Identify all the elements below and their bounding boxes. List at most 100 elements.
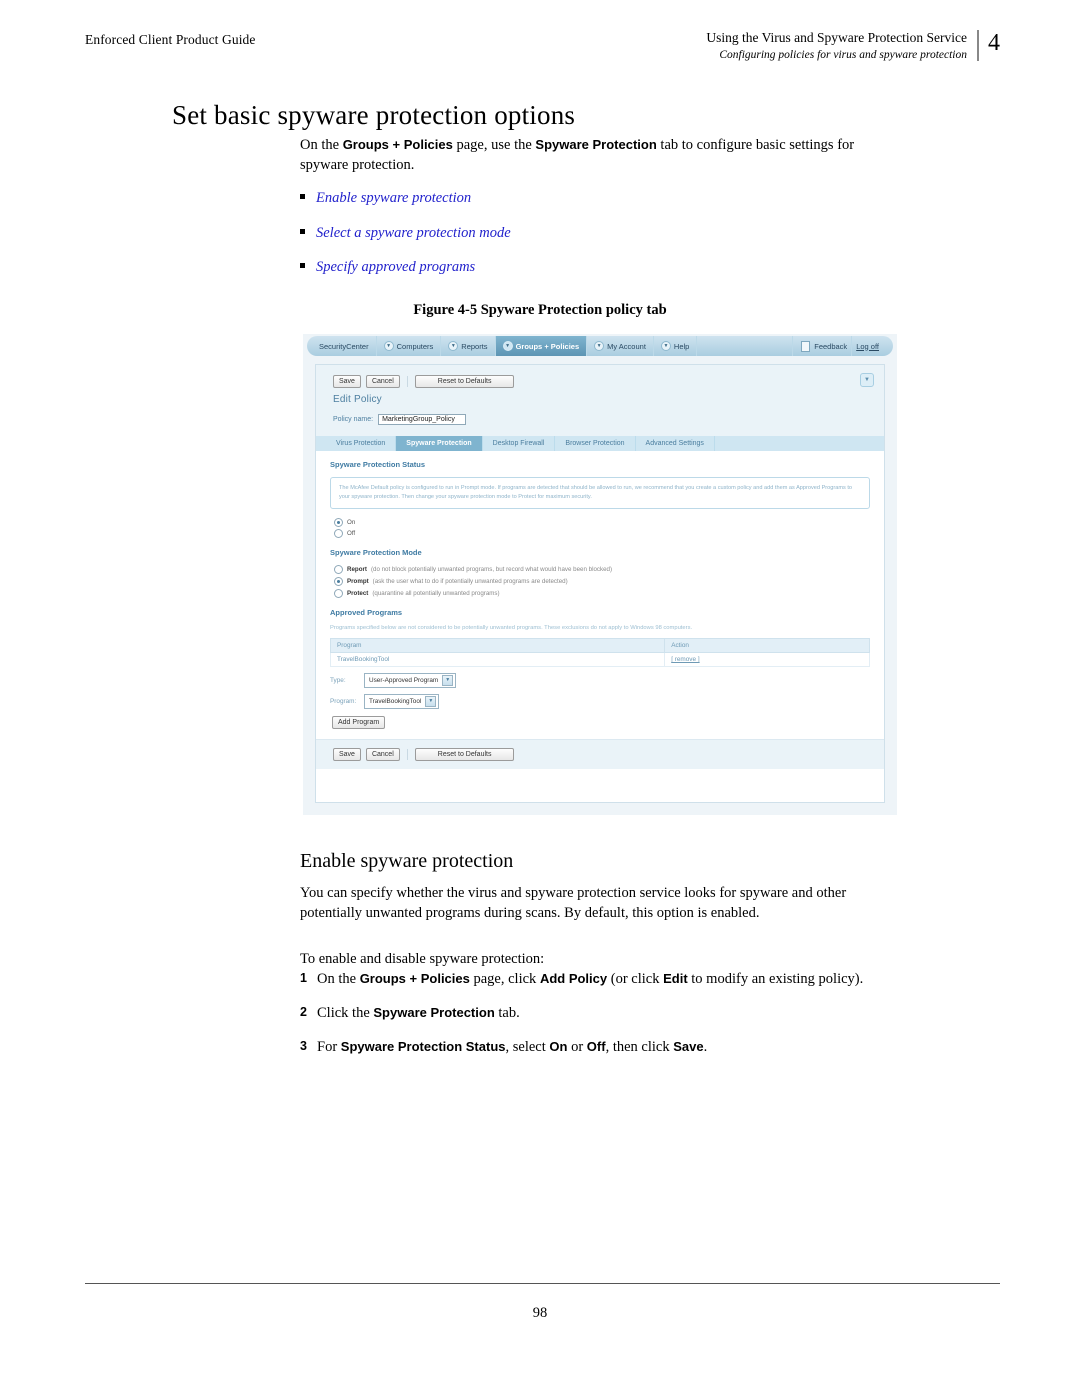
tab-browser-protection[interactable]: Browser Protection <box>555 436 636 451</box>
nav-item-securitycenter[interactable]: SecurityCenter <box>307 336 377 356</box>
intro-bold-groups-policies: Groups + Policies <box>342 137 453 152</box>
nav-item-my-account[interactable]: ▼ My Account <box>587 336 654 356</box>
mode-radio-prompt[interactable]: Prompt (ask the user what to do if poten… <box>334 577 870 586</box>
mode-radio-description: (do not block potentially unwanted progr… <box>370 566 613 573</box>
save-button-bottom[interactable]: Save <box>333 748 361 761</box>
nav-item-help[interactable]: ▼ Help <box>654 336 698 356</box>
reset-to-defaults-button-bottom[interactable]: Reset to Defaults <box>414 748 515 761</box>
list-item[interactable]: Specify approved programs <box>300 259 511 276</box>
policy-name-label: Policy name: <box>333 416 374 423</box>
chapter-number: 4 <box>988 30 1000 56</box>
chevron-down-icon: ▼ <box>425 696 437 707</box>
table-header-row: Program Action <box>329 638 870 653</box>
column-header-program: Program <box>329 638 666 653</box>
enable-section-paragraph-1: You can specify whether the virus and sp… <box>300 884 905 923</box>
footer-divider <box>85 1283 1000 1284</box>
tab-label: Advanced Settings <box>645 440 704 447</box>
enable-section-title: Enable spyware protection <box>300 850 514 872</box>
step-plain-text: Click the <box>317 1005 374 1021</box>
tab-spyware-protection[interactable]: Spyware Protection <box>396 436 483 451</box>
nav-item-groups-policies[interactable]: ▼ Groups + Policies <box>495 336 588 356</box>
chevron-down-icon: ▼ <box>448 341 459 351</box>
nav-brand-label: SecurityCenter <box>319 341 369 351</box>
nav-item-label: Computers <box>396 341 434 351</box>
spyware-protection-mode-heading: Spyware Protection Mode <box>330 548 422 557</box>
type-select-row: Type: User-Approved Program ▼ <box>330 673 870 688</box>
cell-action[interactable]: [ remove ] <box>664 652 870 667</box>
chevron-down-icon: ▼ <box>442 675 454 686</box>
link-enable-spyware-protection[interactable]: Enable spyware protection <box>316 190 471 207</box>
type-select[interactable]: User-Approved Program ▼ <box>364 673 457 688</box>
header-guide-title: Enforced Client Product Guide <box>85 32 256 47</box>
type-select-value: User-Approved Program <box>369 677 439 684</box>
list-item[interactable]: Select a spyware protection mode <box>300 225 511 242</box>
step-plain-text: or <box>567 1039 587 1055</box>
step-plain-text: . <box>703 1039 708 1055</box>
policy-name-row: Policy name: MarketingGroup_Policy <box>316 405 884 436</box>
step-bold-term: Spyware Protection Status <box>340 1039 506 1054</box>
page-title: Set basic spyware protection options <box>172 100 576 130</box>
nav-item-reports[interactable]: ▼ Reports <box>441 336 496 356</box>
status-radio-off[interactable]: Off <box>334 529 870 538</box>
save-button-top[interactable]: Save <box>333 375 361 388</box>
nav-logoff-link[interactable]: Log off <box>856 342 885 351</box>
cancel-button-top[interactable]: Cancel <box>365 375 400 388</box>
nav-utility-divider <box>851 336 853 356</box>
program-select[interactable]: TravelBookingTool ▼ <box>364 694 440 709</box>
nav-item-label: Help <box>673 341 690 351</box>
tab-strip-filler <box>715 436 884 451</box>
radio-button-icon <box>334 577 343 586</box>
policy-name-input[interactable]: MarketingGroup_Policy <box>378 414 467 425</box>
page-number: 98 <box>532 1305 548 1321</box>
step-plain-text: , select <box>505 1039 550 1055</box>
page-running-header: Enforced Client Product Guide Using the … <box>85 30 1000 61</box>
step-plain-text: page, click <box>469 971 540 987</box>
panel-bottom-toolbar-area: Save Cancel Reset to Defaults <box>316 739 884 769</box>
list-item[interactable]: Enable spyware protection <box>300 190 511 207</box>
spyware-protection-tab-content: Spyware Protection Status The McAfee Def… <box>316 451 884 739</box>
tab-desktop-firewall[interactable]: Desktop Firewall <box>483 436 556 451</box>
step-plain-text: tab. <box>494 1005 520 1021</box>
step-text: On the Groups + Policies page, click Add… <box>317 971 863 988</box>
approved-programs-description: Programs specified below are not conside… <box>330 625 693 631</box>
reset-to-defaults-button-top[interactable]: Reset to Defaults <box>414 375 515 388</box>
header-right-group: Using the Virus and Spyware Protection S… <box>706 30 1000 61</box>
intro-text-1: On the <box>300 137 343 153</box>
cross-reference-list: Enable spyware protection Select a spywa… <box>300 190 511 294</box>
link-select-spyware-mode[interactable]: Select a spyware protection mode <box>316 225 511 242</box>
nav-item-computers[interactable]: ▼ Computers <box>377 336 442 356</box>
step-bold-term: On <box>549 1039 568 1054</box>
remove-link[interactable]: [ remove ] <box>671 656 699 663</box>
tab-label: Browser Protection <box>565 440 625 447</box>
bottom-button-row: Save Cancel Reset to Defaults <box>316 748 884 761</box>
mode-radio-report[interactable]: Report (do not block potentially unwante… <box>334 565 870 574</box>
app-content-panel: ▼ Save Cancel Reset to Defaults Edit Pol… <box>315 364 885 803</box>
intro-bold-spyware-protection: Spyware Protection <box>535 137 657 152</box>
status-radio-label: On <box>347 519 356 526</box>
mode-radio-protect[interactable]: Protect (quarantine all potentially unwa… <box>334 589 870 598</box>
mode-radio-description: (ask the user what to do if potentially … <box>372 578 568 585</box>
step-plain-text: For <box>317 1039 341 1055</box>
nav-feedback-link[interactable]: Feedback <box>814 342 847 351</box>
nav-item-label: Groups + Policies <box>515 341 580 351</box>
header-chapter-titles: Using the Virus and Spyware Protection S… <box>706 30 977 61</box>
figure-caption: Figure 4-5 Spyware Protection policy tab <box>413 302 667 318</box>
square-bullet-icon <box>300 194 305 199</box>
status-radio-on[interactable]: On <box>334 518 870 527</box>
program-select-row: Program: TravelBookingTool ▼ <box>330 694 870 709</box>
top-button-row: Save Cancel Reset to Defaults <box>316 375 884 388</box>
tab-virus-protection[interactable]: Virus Protection <box>326 436 397 451</box>
cancel-button-bottom[interactable]: Cancel <box>365 748 400 761</box>
enable-para-1-text: You can specify whether the virus and sp… <box>300 885 847 921</box>
step-plain-text: , then click <box>605 1039 674 1055</box>
add-program-button[interactable]: Add Program <box>332 716 386 729</box>
collapse-panel-button[interactable]: ▼ <box>860 373 874 387</box>
app-navigation-bar: SecurityCenter ▼ Computers ▼ Reports ▼ G… <box>307 336 893 356</box>
mode-radio-description: (quarantine all potentially unwanted pro… <box>372 590 500 597</box>
tab-advanced-settings[interactable]: Advanced Settings <box>636 436 715 451</box>
step-bold-term: Edit <box>663 971 688 986</box>
link-specify-approved-programs[interactable]: Specify approved programs <box>316 259 475 276</box>
mode-radio-label: Prompt <box>347 578 369 585</box>
radio-button-icon <box>334 589 343 598</box>
toolbar-divider <box>406 376 408 387</box>
